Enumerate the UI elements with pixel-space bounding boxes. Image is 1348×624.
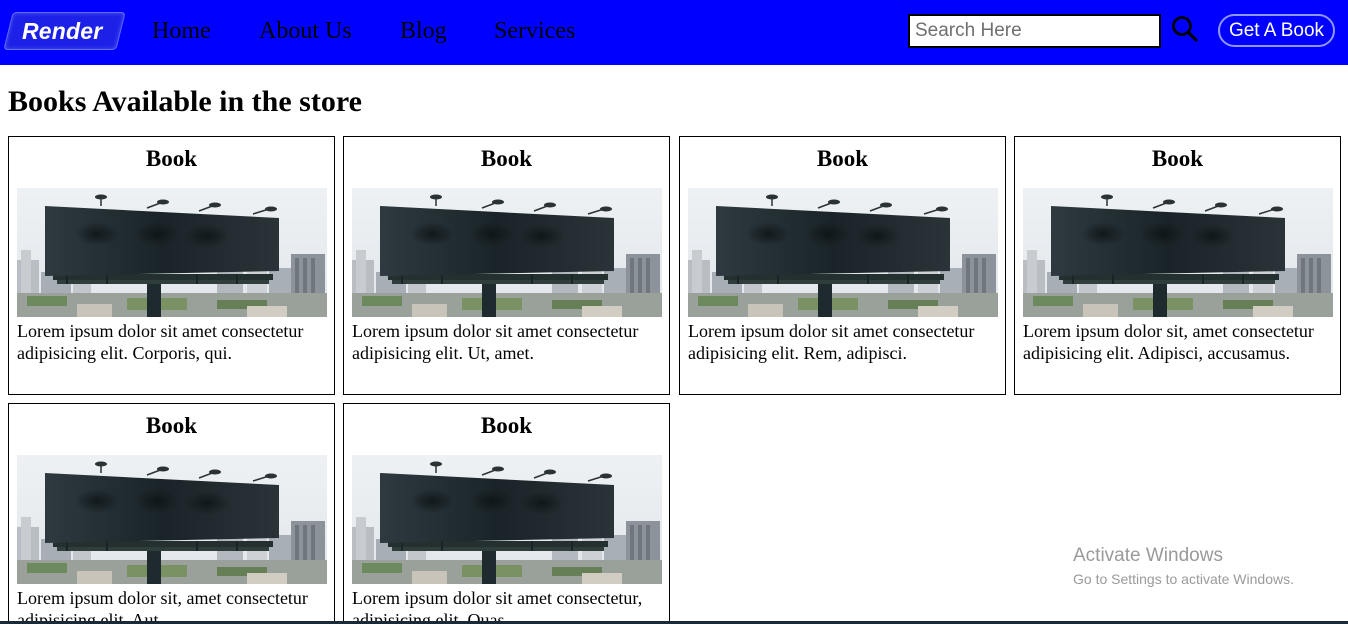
book-card-title: Book — [145, 146, 198, 171]
search-icon — [1172, 16, 1198, 42]
get-a-book-button[interactable]: Get A Book — [1218, 14, 1335, 47]
page-title: Books Available in the store — [8, 85, 362, 118]
book-card-description: Lorem ipsum dolor sit, amet consectetur … — [17, 588, 308, 624]
nav-link-blog[interactable]: Blog — [400, 17, 447, 45]
book-card-title: Book — [1151, 146, 1204, 171]
book-card-description: Lorem ipsum dolor sit amet consectetur a… — [352, 321, 639, 363]
book-card-title: Book — [816, 146, 869, 171]
book-card-description: Lorem ipsum dolor sit amet consectetur a… — [17, 321, 304, 363]
billboard-photo — [17, 455, 327, 584]
navbar: Render Home About Us Blog Services Get A… — [0, 0, 1348, 65]
search-input[interactable] — [908, 14, 1161, 48]
billboard-photo — [688, 188, 998, 317]
activate-windows-watermark: Activate Windows Go to Settings to activ… — [1073, 545, 1294, 589]
nav-link-home[interactable]: Home — [152, 17, 211, 45]
watermark-subtitle: Go to Settings to activate Windows. — [1073, 571, 1294, 587]
billboard-photo — [17, 188, 327, 317]
book-card: Book Lorem ipsum dolor sit, amet consect… — [8, 403, 335, 624]
book-card: Book Lorem ipsum dolor sit amet consecte… — [679, 136, 1006, 395]
billboard-photo — [352, 455, 662, 584]
book-card: Book Lorem ipsum dolor sit amet consecte… — [343, 403, 670, 624]
book-card: Book Lorem ipsum dolor sit, amet consect… — [1014, 136, 1341, 395]
book-card-title: Book — [480, 413, 533, 438]
book-card: Book Lorem ipsum dolor sit amet consecte… — [343, 136, 670, 395]
watermark-title: Activate Windows — [1073, 545, 1223, 566]
book-card-description: Lorem ipsum dolor sit, amet consectetur … — [1023, 321, 1314, 363]
book-card-title: Book — [480, 146, 533, 171]
nav-link-about-us[interactable]: About Us — [259, 17, 352, 45]
nav-link-services[interactable]: Services — [494, 17, 575, 45]
search-button[interactable] — [1170, 14, 1200, 44]
logo-text[interactable]: Render — [22, 14, 102, 48]
billboard-photo — [352, 188, 662, 317]
book-card: Book Lorem ipsum dolor sit amet consecte… — [8, 136, 335, 395]
book-card-description: Lorem ipsum dolor sit amet consectetur, … — [352, 588, 643, 624]
billboard-photo — [1023, 188, 1333, 317]
book-card-description: Lorem ipsum dolor sit amet consectetur a… — [688, 321, 975, 363]
book-card-title: Book — [145, 413, 198, 438]
